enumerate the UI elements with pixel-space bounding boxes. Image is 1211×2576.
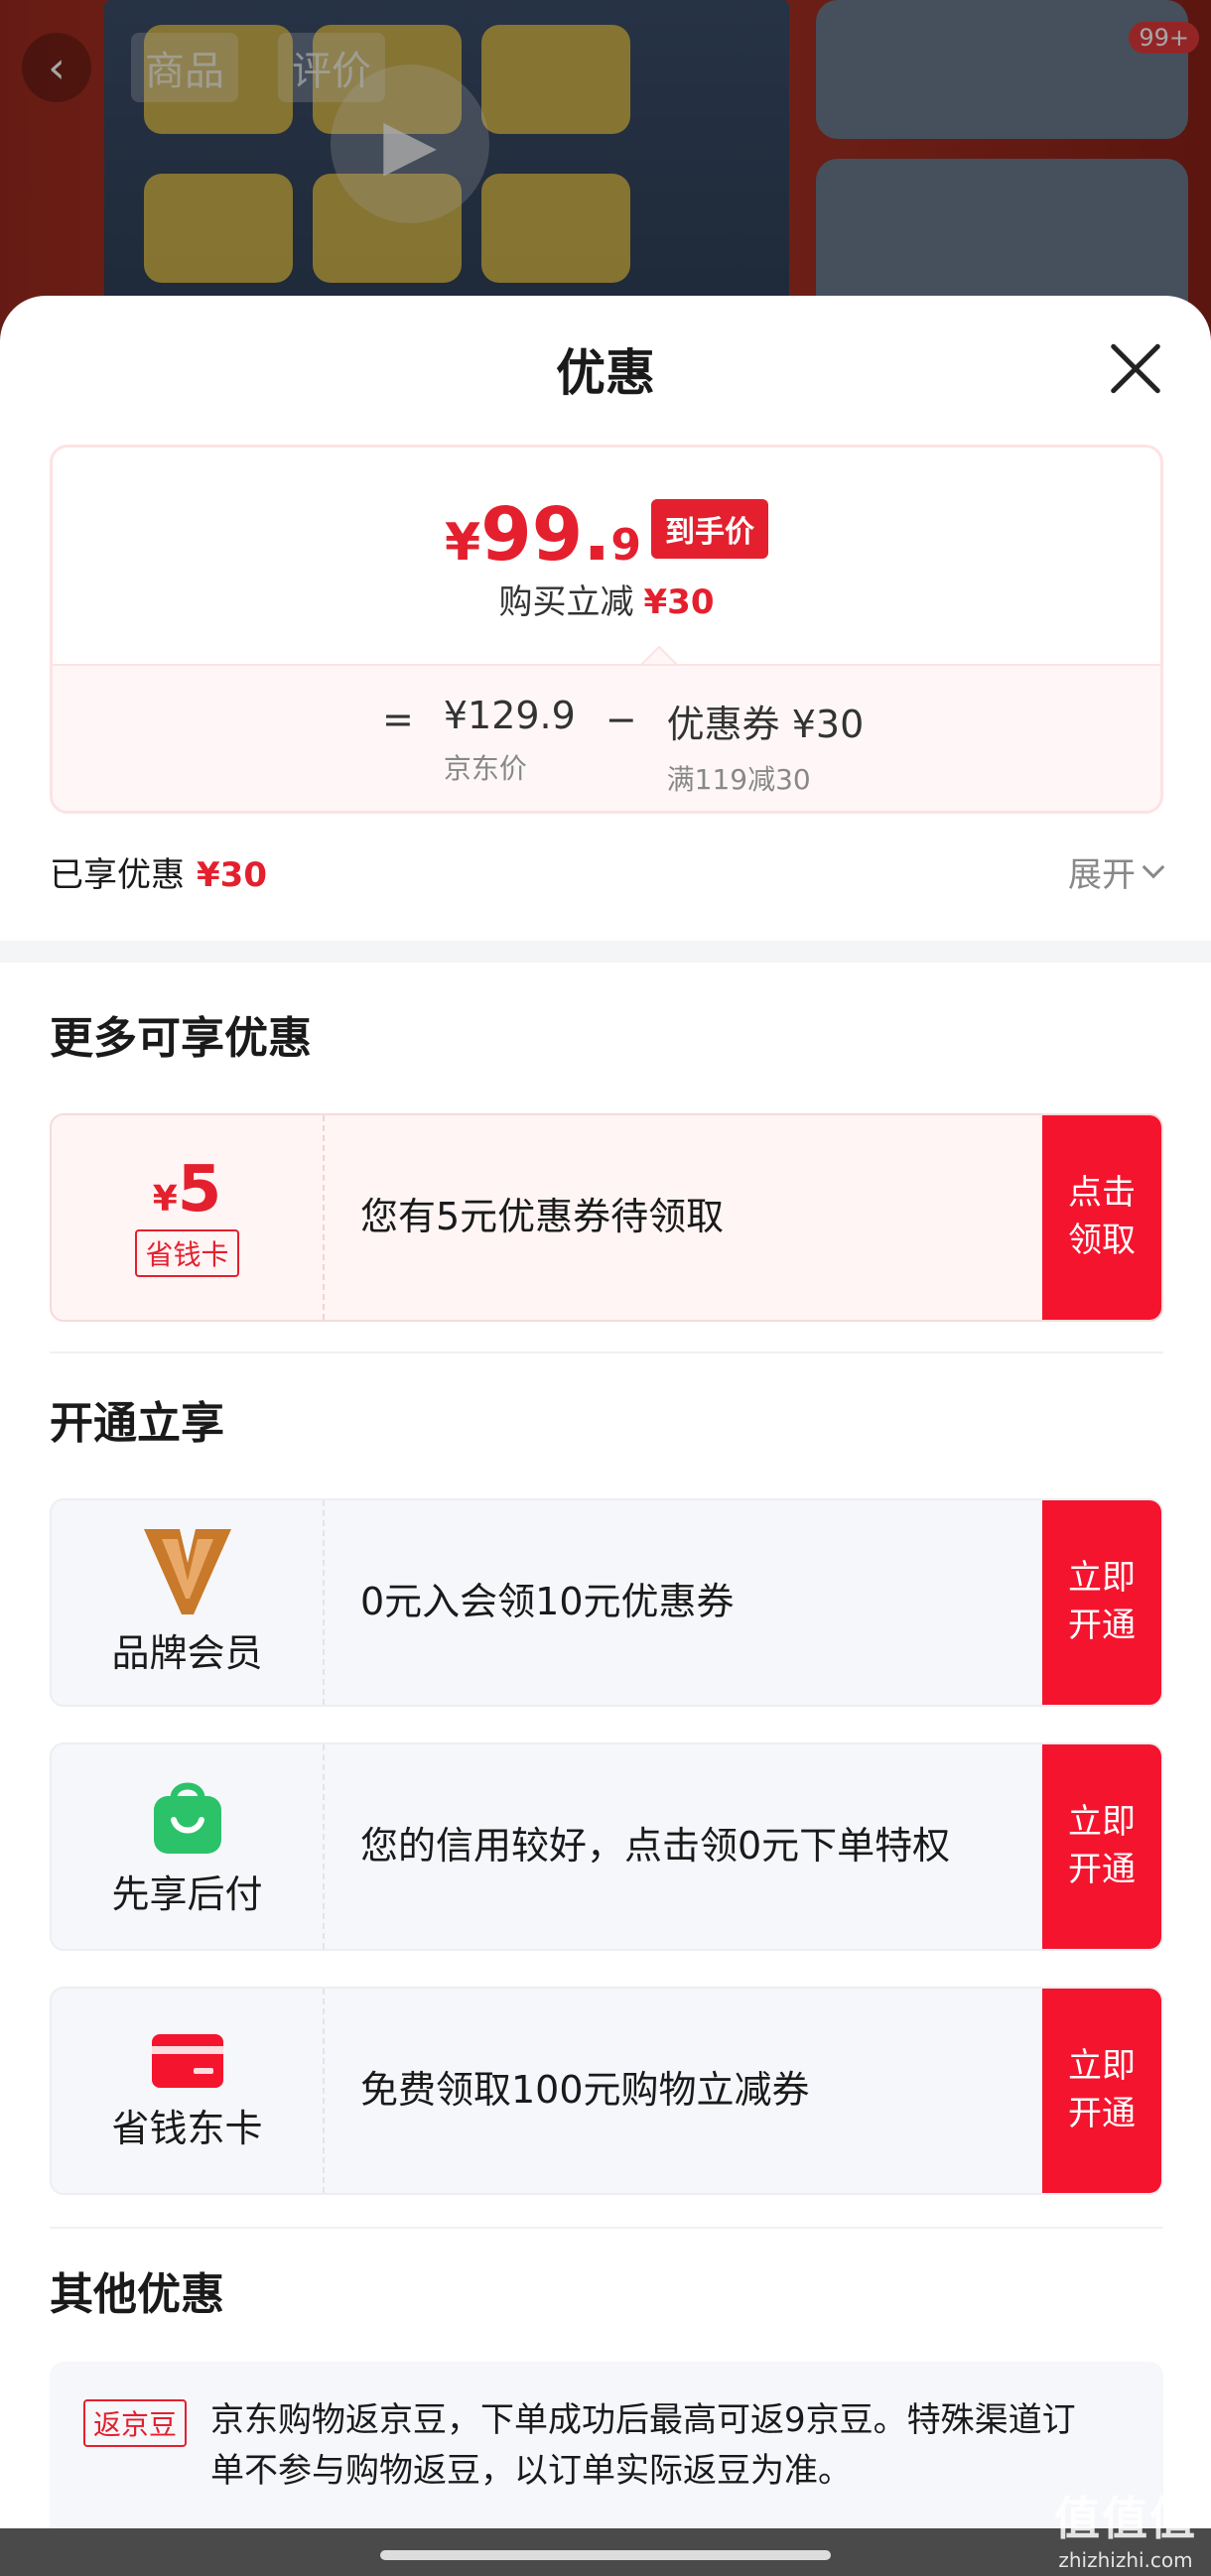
enjoyed-label: 已享优惠 xyxy=(50,854,185,895)
price-breakdown-card: ¥99.9 到手价 购买立减 ¥30 = ¥129.9 京东价 − 优惠券 ¥30… xyxy=(50,445,1163,814)
chevron-down-icon xyxy=(1142,855,1165,879)
open-saving-card-button[interactable]: 立即开通 xyxy=(1042,1989,1161,2193)
expand-button[interactable]: 展开 xyxy=(1068,847,1165,896)
final-price: ¥99.9 xyxy=(445,492,641,578)
coupon-deduction: 优惠券 ¥30 满119减30 xyxy=(666,703,865,796)
section-title-more: 更多可享优惠 xyxy=(50,1013,312,1064)
section-title-open: 开通立享 xyxy=(50,1398,224,1449)
brand-member-text: 0元入会领10元优惠券 xyxy=(360,1580,735,1624)
jd-beans-text: 京东购物返京豆，下单成功后最高可返9京豆。特殊渠道订单不参与购物返豆，以订单实际… xyxy=(210,2400,1076,2491)
close-icon[interactable] xyxy=(1108,340,1163,396)
jd-price: ¥129.9 京东价 xyxy=(443,694,576,785)
discount-sheet: 优惠 ¥99.9 到手价 购买立减 ¥30 = ¥129.9 京东价 − 优惠券… xyxy=(0,296,1211,2576)
shopping-bag-icon xyxy=(153,1782,221,1854)
dim-overlay[interactable] xyxy=(0,0,1211,337)
pay-later-name: 先享后付 xyxy=(111,1871,263,1916)
jd-beans-tag: 返京豆 xyxy=(83,2399,188,2447)
brand-member-icon xyxy=(143,1528,231,1614)
coupon-tag: 省钱卡 xyxy=(135,1229,239,1277)
home-indicator[interactable] xyxy=(380,2550,831,2560)
section-title-other: 其他优惠 xyxy=(50,2269,224,2320)
price-formula: = ¥129.9 京东价 − 优惠券 ¥30 满119减30 xyxy=(53,664,1160,811)
jd-beans-info: 返京豆 京东购物返京豆，下单成功后最高可返9京豆。特殊渠道订单不参与购物返豆，以… xyxy=(50,2362,1163,2540)
sheet-header: 优惠 xyxy=(0,296,1211,445)
watermark: 值值值 zhizhizhi.com xyxy=(1054,2492,1197,2572)
instant-reduction: 购买立减 ¥30 xyxy=(498,582,715,622)
system-home-bar: 值值值 zhizhizhi.com xyxy=(0,2492,1211,2576)
enjoyed-amount: ¥30 xyxy=(197,854,267,895)
enjoyed-discount-row: 已享优惠 ¥30 展开 xyxy=(50,841,1165,901)
red-card-icon xyxy=(151,2033,223,2088)
equals-sign: = xyxy=(382,698,414,741)
product-background: ‹ 商品 评价 ▶ 99+ xyxy=(0,0,1211,337)
section-divider xyxy=(0,941,1211,963)
brand-member-name: 品牌会员 xyxy=(111,1630,263,1675)
saving-card-text: 免费领取100元购物立减券 xyxy=(360,2068,810,2113)
claim-coupon-button[interactable]: 点击领取 xyxy=(1042,1115,1161,1320)
open-pay-later-button[interactable]: 立即开通 xyxy=(1042,1744,1161,1949)
final-price-tag: 到手价 xyxy=(650,499,768,559)
coupon-amount: ¥5 xyxy=(152,1153,222,1226)
open-brand-member-button[interactable]: 立即开通 xyxy=(1042,1500,1161,1705)
saving-card-name: 省钱东卡 xyxy=(111,2106,263,2150)
coupon-text: 您有5元优惠券待领取 xyxy=(360,1195,725,1239)
minus-sign: − xyxy=(605,698,637,741)
brand-member-card: 品牌会员 0元入会领10元优惠券 立即开通 xyxy=(50,1498,1163,1707)
pay-later-text: 您的信用较好，点击领0元下单特权 xyxy=(360,1824,951,1868)
saving-card-card: 省钱东卡 免费领取100元购物立减券 立即开通 xyxy=(50,1987,1163,2195)
pay-later-card: 先享后付 您的信用较好，点击领0元下单特权 立即开通 xyxy=(50,1742,1163,1951)
coupon-card: ¥5 省钱卡 您有5元优惠券待领取 点击领取 xyxy=(50,1113,1163,1322)
sheet-title: 优惠 xyxy=(556,344,655,402)
